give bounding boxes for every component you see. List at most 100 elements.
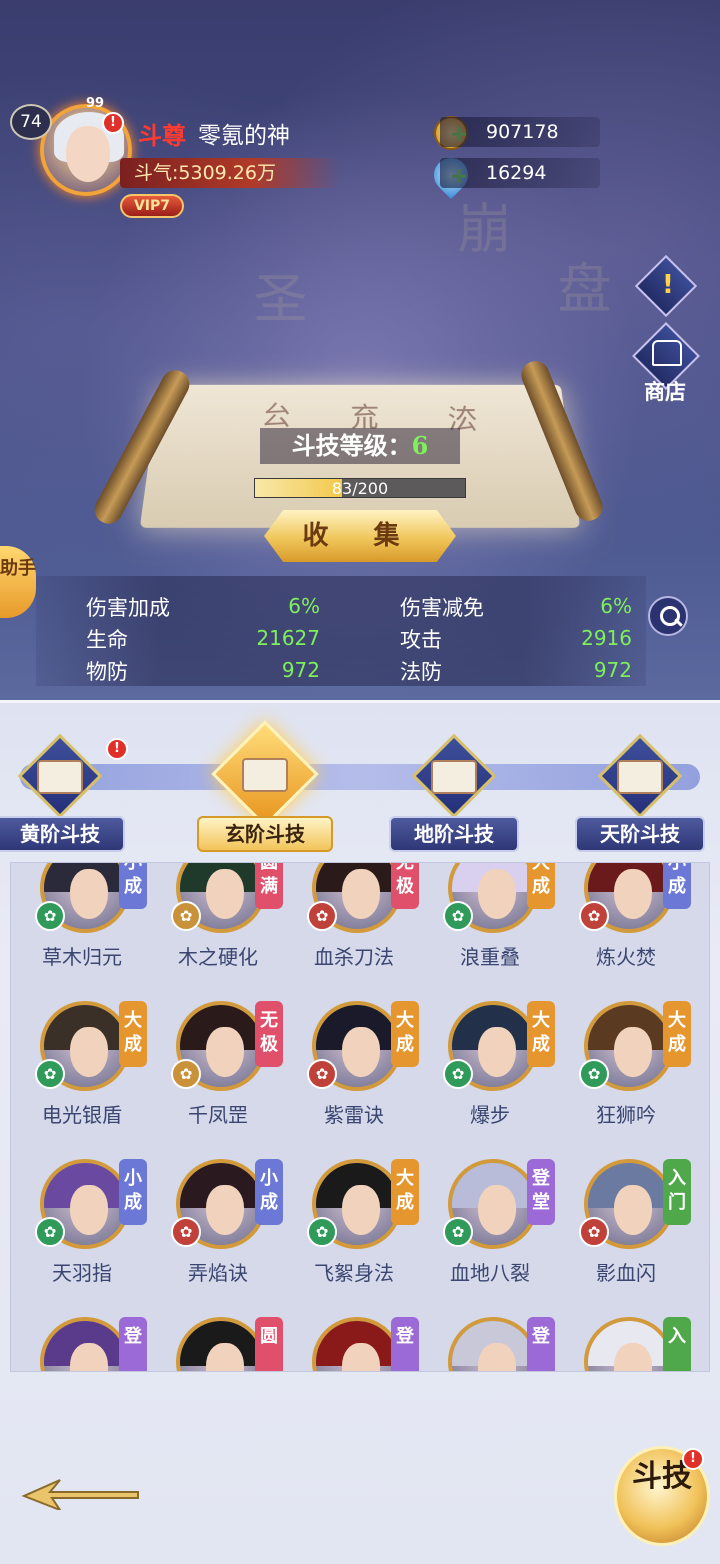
element-icon: ✿: [35, 1217, 65, 1247]
skill-card[interactable]: 入门 ✿ 影血闪: [559, 1159, 693, 1317]
portrait-face: [70, 1027, 108, 1077]
skill-card[interactable]: 大成 ✿ 爆步: [423, 1001, 557, 1159]
crystal-amount: 16294: [440, 158, 600, 188]
collect-button[interactable]: 收 集: [264, 510, 456, 562]
skill-rank-tag: 小成: [663, 863, 691, 909]
background-calligraphy: 崩: [448, 200, 511, 254]
skill-name: 电光银盾: [42, 1103, 122, 1127]
element-icon: ✿: [171, 901, 201, 931]
skill-name: 炼火焚: [596, 945, 656, 969]
element-icon: ✿: [307, 901, 337, 931]
avatar-badge-99: 99: [86, 96, 105, 111]
element-icon: ✿: [171, 1217, 201, 1247]
skill-rank-tag: 登: [119, 1317, 147, 1371]
skill-rank-tag: 小成: [119, 863, 147, 909]
element-icon: ✿: [171, 1059, 201, 1089]
skill-level-title: 斗技等级：6: [260, 428, 460, 464]
tab-3[interactable]: 天阶斗技: [575, 816, 705, 852]
skill-card[interactable]: 无极 ✿ 血杀刀法: [287, 863, 421, 1001]
player-level-badge: 74: [10, 104, 52, 140]
element-icon: ✿: [35, 901, 65, 931]
skill-exp-text: 83/200: [331, 479, 389, 498]
skill-grid[interactable]: 小成 ✿ 草木归元 圆满 ✿ 木之硬化 无极 ✿ 血杀刀法 大成 ✿ 浪重叠 小成 ✿ 炼火焚 大成 ✿ 电光银盾…: [10, 862, 710, 1372]
skill-rank-tag: 大成: [527, 863, 555, 909]
skill-card[interactable]: 大成 ✿ 浪重叠: [423, 863, 557, 1001]
portrait-face: [614, 869, 652, 919]
skill-rank-tag: 大成: [391, 1159, 419, 1225]
vip-badge[interactable]: VIP7: [120, 194, 184, 218]
skill-rank-tag: 登堂: [527, 1159, 555, 1225]
scroll-book-icon: [617, 760, 663, 794]
skill-rank-tag: 大成: [663, 1001, 691, 1067]
skill-card[interactable]: 小成 ✿ 弄焰诀: [151, 1159, 285, 1317]
back-arrow-icon[interactable]: [20, 1470, 140, 1510]
skill-portrait: [448, 1317, 538, 1371]
skill-card[interactable]: 圆✿: [151, 1317, 285, 1371]
element-icon: ✿: [579, 901, 609, 931]
skill-name: 草木归元: [42, 945, 122, 969]
skill-name: 血杀刀法: [314, 945, 394, 969]
skill-card[interactable]: 小成 ✿ 炼火焚: [559, 863, 693, 1001]
stat-label: 伤害加成: [86, 596, 170, 620]
skill-card[interactable]: 小成 ✿ 草木归元: [15, 863, 149, 1001]
stat-value: 6%: [600, 594, 632, 618]
skill-rank-tag: 大成: [119, 1001, 147, 1067]
skill-name: 紫雷诀: [324, 1103, 384, 1127]
info-icon: !: [662, 270, 674, 300]
background-calligraphy: 圣: [244, 270, 307, 324]
gold-amount: 907178: [440, 117, 600, 147]
skill-card[interactable]: 大成 ✿ 飞絮身法: [287, 1159, 421, 1317]
skill-card[interactable]: 小成 ✿ 天羽指: [15, 1159, 149, 1317]
skill-card[interactable]: 登✿: [287, 1317, 421, 1371]
skill-name: 飞絮身法: [314, 1261, 394, 1285]
skill-card[interactable]: 登✿: [15, 1317, 149, 1371]
skill-rank-tag: 小成: [119, 1159, 147, 1225]
skill-name: 木之硬化: [178, 945, 258, 969]
skill-card[interactable]: 无极 ✿ 千凤罡: [151, 1001, 285, 1159]
stat-label: 攻击: [400, 628, 442, 652]
skill-name: 千凤罡: [188, 1103, 248, 1127]
skill-card[interactable]: 入✿: [559, 1317, 693, 1371]
element-icon: ✿: [443, 1059, 473, 1089]
stat-label: 伤害减免: [400, 596, 484, 620]
skill-card[interactable]: 登✿: [423, 1317, 557, 1371]
skill-name: 弄焰诀: [188, 1261, 248, 1285]
skill-rank-tag: 无极: [255, 1001, 283, 1067]
skill-rank-tag: 无极: [391, 863, 419, 909]
element-icon: ✿: [35, 1059, 65, 1089]
element-icon: ✿: [443, 1217, 473, 1247]
skill-rank-tag: 大成: [391, 1001, 419, 1067]
scroll-book-icon: [431, 760, 477, 794]
avatar-face: [66, 126, 110, 182]
skill-card[interactable]: 登堂 ✿ 血地八裂: [423, 1159, 557, 1317]
portrait-face: [206, 869, 244, 919]
skill-exp-bar: 83/200: [254, 478, 466, 498]
element-icon: ✿: [443, 901, 473, 931]
shop-label: 商店: [644, 379, 686, 404]
skill-portrait: [40, 1317, 130, 1371]
skill-level-label: 斗技等级：: [291, 431, 412, 460]
stat-value: 2916: [581, 626, 632, 650]
skill-portrait: [584, 1317, 674, 1371]
tab-1[interactable]: 玄阶斗技: [197, 816, 333, 852]
skill-card[interactable]: 大成 ✿ 狂狮吟: [559, 1001, 693, 1159]
player-power: 斗气:5309.26万: [120, 158, 340, 188]
stat-label: 生命: [86, 628, 128, 652]
skill-portrait: [312, 1317, 402, 1371]
skill-rank-tag: 大成: [527, 1001, 555, 1067]
skill-rank-tag: 登: [527, 1317, 555, 1371]
tab-2[interactable]: 地阶斗技: [389, 816, 519, 852]
element-icon: ✿: [307, 1217, 337, 1247]
portrait-face: [478, 869, 516, 919]
skill-name: 天羽指: [52, 1261, 112, 1285]
portrait-face: [478, 1027, 516, 1077]
fight-alert-dot: !: [682, 1448, 704, 1470]
skill-card[interactable]: 圆满 ✿ 木之硬化: [151, 863, 285, 1001]
skill-card[interactable]: 大成 ✿ 电光银盾: [15, 1001, 149, 1159]
portrait-face: [70, 869, 108, 919]
skill-card[interactable]: 大成 ✿ 紫雷诀: [287, 1001, 421, 1159]
stats-detail-search-button[interactable]: [648, 596, 688, 636]
tab-0[interactable]: 黄阶斗技: [0, 816, 125, 852]
stat-value: 21627: [256, 626, 320, 650]
scroll-book-icon: [37, 760, 83, 794]
